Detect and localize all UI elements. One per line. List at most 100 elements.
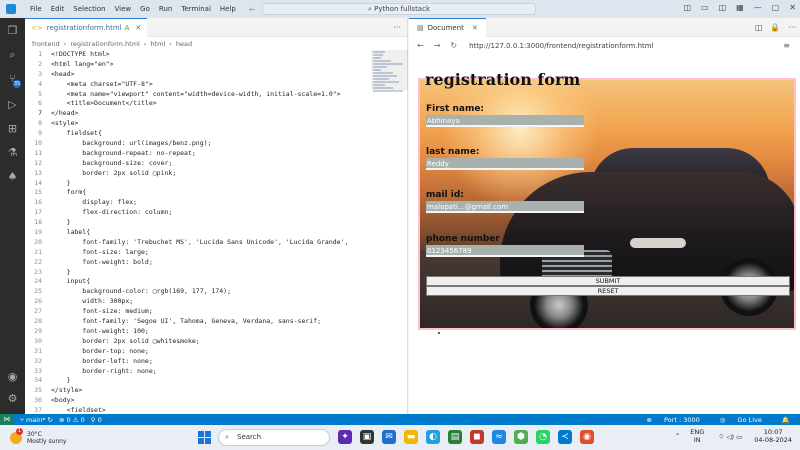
minimize-button[interactable]: — bbox=[754, 3, 762, 12]
more-actions-icon[interactable]: ··· bbox=[393, 23, 401, 32]
code-line[interactable]: 10 background: url(images/benz.png); bbox=[25, 139, 370, 149]
code-line[interactable]: 6 <title>Document</title> bbox=[25, 99, 370, 109]
notifications-bell-icon[interactable]: 🔔 bbox=[782, 416, 790, 424]
code-line[interactable]: 3 <head> bbox=[25, 70, 370, 80]
branch-indicator[interactable]: ⑂ main* ↻ bbox=[20, 416, 53, 424]
weather-widget[interactable]: 1 30°C Mostly sunny bbox=[10, 427, 67, 445]
store-icon[interactable]: ▤ bbox=[448, 430, 462, 444]
back-arrow-icon[interactable]: ← bbox=[417, 41, 424, 50]
vscode-icon[interactable]: ≺ bbox=[558, 430, 572, 444]
url-field[interactable]: http://127.0.0.1:3000/frontend/registrat… bbox=[469, 42, 653, 50]
command-center-search[interactable]: ⌕ Python fullstack bbox=[262, 3, 536, 15]
code-line[interactable]: 7 </head> bbox=[25, 109, 370, 119]
customize-layout-icon[interactable]: ▦ bbox=[736, 3, 744, 12]
ports-indicator[interactable]: ⚲ 0 bbox=[91, 416, 102, 424]
account-icon[interactable]: ◉ bbox=[6, 370, 19, 383]
code-line[interactable]: 1 <!DOCTYPE html> bbox=[25, 50, 370, 60]
port-indicator[interactable]: ⊗ Port : 3000 bbox=[647, 416, 710, 424]
tab-document[interactable]: ▤ Document ✕ bbox=[409, 17, 486, 37]
taskbar-search[interactable]: ⌕ Search bbox=[218, 429, 330, 446]
node-app-icon[interactable]: ⬢ bbox=[514, 430, 528, 444]
code-line[interactable]: 33 border-right: none; bbox=[25, 367, 370, 377]
chrome-icon[interactable]: ◉ bbox=[580, 430, 594, 444]
mail-icon[interactable]: ≈ bbox=[492, 430, 506, 444]
menu-view[interactable]: View bbox=[115, 5, 132, 13]
minimap-viewport[interactable] bbox=[371, 50, 408, 90]
code-line[interactable]: 27 font-size: medium; bbox=[25, 307, 370, 317]
code-line[interactable]: 12 background-size: cover; bbox=[25, 159, 370, 169]
menu-help[interactable]: Help bbox=[220, 5, 236, 13]
testing-icon[interactable]: ⚗ bbox=[6, 146, 19, 159]
code-line[interactable]: 4 <meta charset="UTF-8"> bbox=[25, 80, 370, 90]
last-name-input[interactable]: Reddy bbox=[426, 158, 584, 170]
code-line[interactable]: 21 font-size: large; bbox=[25, 248, 370, 258]
extensions-icon[interactable]: ⊞ bbox=[6, 122, 19, 135]
code-line[interactable]: 29 font-weight: 100; bbox=[25, 327, 370, 337]
language-indicator[interactable]: ENG IN bbox=[690, 428, 704, 444]
teams-chat-icon[interactable]: ✉ bbox=[382, 430, 396, 444]
hamburger-menu-icon[interactable]: ≡ bbox=[783, 41, 790, 50]
layout-panel-icon[interactable]: ▭ bbox=[701, 3, 709, 12]
breadcrumb-head[interactable]: head bbox=[176, 40, 192, 48]
code-line[interactable]: 18 } bbox=[25, 218, 370, 228]
first-name-input[interactable]: Abhinaya bbox=[426, 115, 584, 127]
code-line[interactable]: 32 border-left: none; bbox=[25, 357, 370, 367]
code-line[interactable]: 35 </style> bbox=[25, 386, 370, 396]
more-actions-icon[interactable]: ··· bbox=[788, 23, 796, 32]
menu-run[interactable]: Run bbox=[159, 5, 172, 13]
manage-gear-icon[interactable]: ⚙ bbox=[6, 392, 19, 405]
code-line[interactable]: 19 label{ bbox=[25, 228, 370, 238]
breadcrumb-folder[interactable]: frontend bbox=[32, 40, 60, 48]
search-icon[interactable]: ⌕ bbox=[6, 48, 19, 61]
code-line[interactable]: 8 <style> bbox=[25, 119, 370, 129]
code-line[interactable]: 25 background-color: ▢rgb(169, 177, 174)… bbox=[25, 287, 370, 297]
close-button[interactable]: ✕ bbox=[789, 3, 796, 12]
menu-edit[interactable]: Edit bbox=[51, 5, 65, 13]
code-line[interactable]: 5 <meta name="viewport" content="width=d… bbox=[25, 90, 370, 100]
code-line[interactable]: 26 width: 300px; bbox=[25, 297, 370, 307]
remote-icon[interactable]: ⋈ bbox=[0, 414, 14, 425]
breadcrumb-html[interactable]: html bbox=[150, 40, 165, 48]
task-view-icon[interactable]: ▣ bbox=[360, 430, 374, 444]
code-line[interactable]: 24 input{ bbox=[25, 277, 370, 287]
phone-number-input[interactable]: 0123456789 bbox=[426, 245, 584, 257]
file-explorer-icon[interactable]: ▬ bbox=[404, 430, 418, 444]
code-line[interactable]: 22 font-weight: bold; bbox=[25, 258, 370, 268]
submit-button[interactable]: SUBMIT bbox=[426, 276, 790, 286]
back-arrow-icon[interactable]: ← bbox=[249, 5, 256, 14]
code-line[interactable]: 13 border: 2px solid ▢pink; bbox=[25, 169, 370, 179]
edge-browser-icon[interactable]: ◐ bbox=[426, 430, 440, 444]
breadcrumb-file[interactable]: registrationform.html bbox=[70, 40, 140, 48]
minimap[interactable] bbox=[371, 50, 408, 114]
maximize-button[interactable]: ▢ bbox=[772, 3, 780, 12]
code-line[interactable]: 16 display: flex; bbox=[25, 198, 370, 208]
code-line[interactable]: 2 <html lang="en"> bbox=[25, 60, 370, 70]
office-icon[interactable]: ◼ bbox=[470, 430, 484, 444]
clock[interactable]: 10:07 04-08-2024 bbox=[754, 428, 792, 444]
code-line[interactable]: 20 font-family: 'Trebuchet MS', 'Lucida … bbox=[25, 238, 370, 248]
menu-terminal[interactable]: Terminal bbox=[181, 5, 211, 13]
mail-id-input[interactable]: malapati...@gmail.com bbox=[426, 201, 584, 213]
tab-registrationform[interactable]: <> registrationform.html A ✕ bbox=[25, 17, 148, 37]
menu-selection[interactable]: Selection bbox=[73, 5, 105, 13]
windows-start-icon[interactable] bbox=[198, 431, 211, 444]
forward-arrow-icon[interactable]: → bbox=[434, 41, 441, 50]
reset-button[interactable]: RESET bbox=[426, 286, 790, 296]
code-area[interactable]: 1 <!DOCTYPE html> 2 <html lang="en"> 3 <head>… bbox=[25, 50, 370, 416]
code-line[interactable]: 15 form{ bbox=[25, 188, 370, 198]
chevron-up-icon[interactable]: ⌃ bbox=[675, 432, 680, 440]
code-line[interactable]: 31 border-top: none; bbox=[25, 347, 370, 357]
sync-icon[interactable]: ↻ bbox=[48, 416, 53, 424]
code-line[interactable]: 34 } bbox=[25, 376, 370, 386]
mongodb-leaf-icon[interactable]: ♠ bbox=[6, 170, 19, 183]
close-icon[interactable]: ✕ bbox=[135, 24, 141, 32]
problems-indicator[interactable]: ⊗ 0 ⚠ 0 bbox=[59, 416, 85, 424]
split-editor-icon[interactable]: ◫ bbox=[755, 23, 763, 32]
code-line[interactable]: 14 } bbox=[25, 179, 370, 189]
wifi-volume-battery-icons[interactable]: ⌔ ◁) ▭ bbox=[718, 432, 742, 441]
code-line[interactable]: 28 font-family: 'Segoe UI', Tahoma, Gene… bbox=[25, 317, 370, 327]
run-debug-icon[interactable]: ▷ bbox=[6, 98, 19, 111]
reload-icon[interactable]: ↻ bbox=[450, 41, 457, 50]
layout-sidebar-icon[interactable]: ◫ bbox=[683, 3, 691, 12]
code-line[interactable]: 9 fieldset{ bbox=[25, 129, 370, 139]
